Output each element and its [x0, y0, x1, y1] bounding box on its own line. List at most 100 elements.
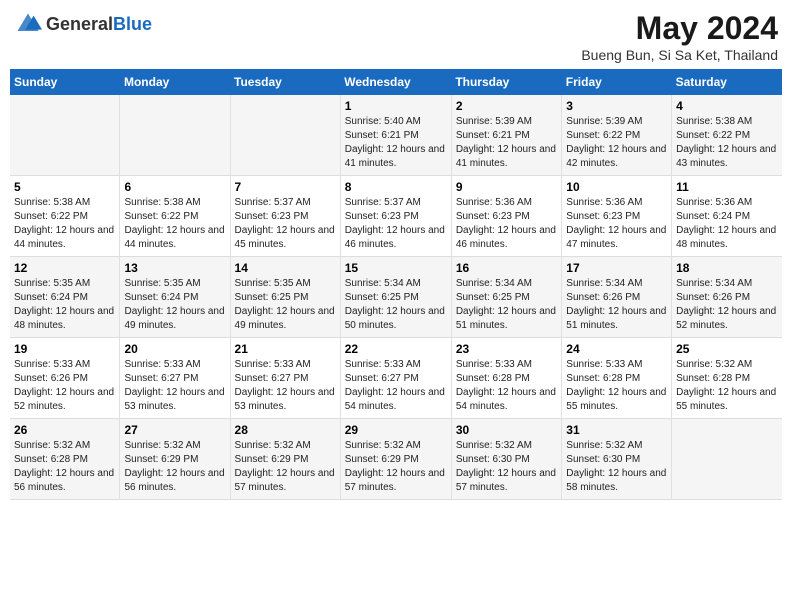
- day-number: 31: [566, 423, 667, 437]
- title-section: May 2024 Bueng Bun, Si Sa Ket, Thailand: [581, 10, 778, 63]
- calendar-cell: 15 Sunrise: 5:34 AM Sunset: 6:25 PM Dayli…: [340, 257, 451, 338]
- calendar-cell: 1 Sunrise: 5:40 AM Sunset: 6:21 PM Daylig…: [340, 95, 451, 176]
- day-info: Sunrise: 5:40 AM Sunset: 6:21 PM Dayligh…: [345, 115, 447, 171]
- calendar-cell: 17 Sunrise: 5:34 AM Sunset: 6:26 PM Dayli…: [562, 257, 672, 338]
- day-info: Sunrise: 5:33 AM Sunset: 6:27 PM Dayligh…: [235, 358, 336, 414]
- day-number: 5: [14, 180, 115, 194]
- day-info: Sunrise: 5:32 AM Sunset: 6:30 PM Dayligh…: [566, 439, 667, 495]
- calendar-cell: 27 Sunrise: 5:32 AM Sunset: 6:29 PM Dayli…: [120, 419, 230, 500]
- calendar-cell: 16Sunrise: 5:34 AM Sunset: 6:25 PM Dayli…: [451, 257, 561, 338]
- calendar-cell: 8Sunrise: 5:37 AM Sunset: 6:23 PM Daylig…: [340, 176, 451, 257]
- day-number: 7: [235, 180, 336, 194]
- day-info: Sunrise: 5:36 AM Sunset: 6:24 PM Dayligh…: [676, 196, 778, 252]
- day-number: 12: [14, 261, 115, 275]
- day-number: 22: [345, 342, 447, 356]
- calendar-cell: 20 Sunrise: 5:33 AM Sunset: 6:27 PM Dayli…: [120, 338, 230, 419]
- calendar-table: SundayMondayTuesdayWednesdayThursdayFrid…: [10, 69, 782, 500]
- logo: GeneralBlue: [14, 10, 152, 38]
- header-cell-monday: Monday: [120, 69, 230, 95]
- day-info: Sunrise: 5:32 AM Sunset: 6:28 PM Dayligh…: [676, 358, 778, 414]
- day-info: Sunrise: 5:36 AM Sunset: 6:23 PM Dayligh…: [456, 196, 557, 252]
- day-number: 28: [235, 423, 336, 437]
- day-info: Sunrise: 5:35 AM Sunset: 6:24 PM Dayligh…: [14, 277, 115, 333]
- calendar-cell: 3 Sunrise: 5:39 AM Sunset: 6:22 PM Daylig…: [562, 95, 672, 176]
- week-row-3: 12 Sunrise: 5:35 AM Sunset: 6:24 PM Dayli…: [10, 257, 782, 338]
- day-info: Sunrise: 5:39 AM Sunset: 6:21 PM Dayligh…: [456, 115, 557, 171]
- day-number: 29: [345, 423, 447, 437]
- day-info: Sunrise: 5:32 AM Sunset: 6:28 PM Dayligh…: [14, 439, 115, 495]
- calendar-cell: 13 Sunrise: 5:35 AM Sunset: 6:24 PM Dayli…: [120, 257, 230, 338]
- day-info: Sunrise: 5:33 AM Sunset: 6:27 PM Dayligh…: [345, 358, 447, 414]
- calendar-cell: 2Sunrise: 5:39 AM Sunset: 6:21 PM Daylig…: [451, 95, 561, 176]
- day-info: Sunrise: 5:34 AM Sunset: 6:26 PM Dayligh…: [676, 277, 778, 333]
- calendar-body: 1 Sunrise: 5:40 AM Sunset: 6:21 PM Daylig…: [10, 95, 782, 500]
- logo-text: GeneralBlue: [46, 14, 152, 35]
- day-info: Sunrise: 5:35 AM Sunset: 6:25 PM Dayligh…: [235, 277, 336, 333]
- calendar-cell: 4 Sunrise: 5:38 AM Sunset: 6:22 PM Daylig…: [672, 95, 782, 176]
- calendar-cell: 26 Sunrise: 5:32 AM Sunset: 6:28 PM Dayli…: [10, 419, 120, 500]
- day-number: 15: [345, 261, 447, 275]
- day-number: 20: [124, 342, 225, 356]
- day-info: Sunrise: 5:39 AM Sunset: 6:22 PM Dayligh…: [566, 115, 667, 171]
- day-number: 14: [235, 261, 336, 275]
- logo-general: General: [46, 14, 113, 34]
- day-number: 1: [345, 99, 447, 113]
- header-cell-thursday: Thursday: [451, 69, 561, 95]
- day-info: Sunrise: 5:36 AM Sunset: 6:23 PM Dayligh…: [566, 196, 667, 252]
- day-number: 18: [676, 261, 778, 275]
- calendar-cell: [672, 419, 782, 500]
- day-info: Sunrise: 5:33 AM Sunset: 6:28 PM Dayligh…: [566, 358, 667, 414]
- calendar-cell: 29 Sunrise: 5:32 AM Sunset: 6:29 PM Dayli…: [340, 419, 451, 500]
- day-number: 19: [14, 342, 115, 356]
- day-info: Sunrise: 5:34 AM Sunset: 6:25 PM Dayligh…: [345, 277, 447, 333]
- day-number: 30: [456, 423, 557, 437]
- day-number: 17: [566, 261, 667, 275]
- day-number: 10: [566, 180, 667, 194]
- day-info: Sunrise: 5:32 AM Sunset: 6:29 PM Dayligh…: [235, 439, 336, 495]
- day-number: 23: [456, 342, 557, 356]
- day-info: Sunrise: 5:38 AM Sunset: 6:22 PM Dayligh…: [676, 115, 778, 171]
- calendar-cell: 18 Sunrise: 5:34 AM Sunset: 6:26 PM Dayli…: [672, 257, 782, 338]
- day-info: Sunrise: 5:37 AM Sunset: 6:23 PM Dayligh…: [345, 196, 447, 252]
- logo-icon: [14, 10, 42, 38]
- day-number: 26: [14, 423, 115, 437]
- day-number: 3: [566, 99, 667, 113]
- calendar-cell: 7Sunrise: 5:37 AM Sunset: 6:23 PM Daylig…: [230, 176, 340, 257]
- calendar-cell: 5 Sunrise: 5:38 AM Sunset: 6:22 PM Daylig…: [10, 176, 120, 257]
- logo-blue: Blue: [113, 14, 152, 34]
- day-info: Sunrise: 5:33 AM Sunset: 6:27 PM Dayligh…: [124, 358, 225, 414]
- day-info: Sunrise: 5:32 AM Sunset: 6:30 PM Dayligh…: [456, 439, 557, 495]
- calendar-header: SundayMondayTuesdayWednesdayThursdayFrid…: [10, 69, 782, 95]
- header-row: SundayMondayTuesdayWednesdayThursdayFrid…: [10, 69, 782, 95]
- day-number: 21: [235, 342, 336, 356]
- calendar-cell: 14 Sunrise: 5:35 AM Sunset: 6:25 PM Dayli…: [230, 257, 340, 338]
- header-cell-tuesday: Tuesday: [230, 69, 340, 95]
- day-number: 25: [676, 342, 778, 356]
- day-info: Sunrise: 5:32 AM Sunset: 6:29 PM Dayligh…: [345, 439, 447, 495]
- header-cell-saturday: Saturday: [672, 69, 782, 95]
- day-number: 13: [124, 261, 225, 275]
- day-info: Sunrise: 5:38 AM Sunset: 6:22 PM Dayligh…: [14, 196, 115, 252]
- header-cell-friday: Friday: [562, 69, 672, 95]
- day-info: Sunrise: 5:35 AM Sunset: 6:24 PM Dayligh…: [124, 277, 225, 333]
- calendar-cell: 22 Sunrise: 5:33 AM Sunset: 6:27 PM Dayli…: [340, 338, 451, 419]
- calendar-cell: [10, 95, 120, 176]
- day-number: 4: [676, 99, 778, 113]
- day-info: Sunrise: 5:32 AM Sunset: 6:29 PM Dayligh…: [124, 439, 225, 495]
- day-info: Sunrise: 5:34 AM Sunset: 6:26 PM Dayligh…: [566, 277, 667, 333]
- calendar-cell: 11Sunrise: 5:36 AM Sunset: 6:24 PM Dayli…: [672, 176, 782, 257]
- day-number: 6: [124, 180, 225, 194]
- calendar-cell: 21 Sunrise: 5:33 AM Sunset: 6:27 PM Dayli…: [230, 338, 340, 419]
- calendar-cell: 12 Sunrise: 5:35 AM Sunset: 6:24 PM Dayli…: [10, 257, 120, 338]
- day-info: Sunrise: 5:33 AM Sunset: 6:28 PM Dayligh…: [456, 358, 557, 414]
- day-info: Sunrise: 5:38 AM Sunset: 6:22 PM Dayligh…: [124, 196, 225, 252]
- page-header: GeneralBlue May 2024 Bueng Bun, Si Sa Ke…: [10, 10, 782, 63]
- calendar-cell: 31 Sunrise: 5:32 AM Sunset: 6:30 PM Dayli…: [562, 419, 672, 500]
- week-row-2: 5 Sunrise: 5:38 AM Sunset: 6:22 PM Daylig…: [10, 176, 782, 257]
- calendar-cell: 6 Sunrise: 5:38 AM Sunset: 6:22 PM Daylig…: [120, 176, 230, 257]
- calendar-cell: [120, 95, 230, 176]
- calendar-cell: 9Sunrise: 5:36 AM Sunset: 6:23 PM Daylig…: [451, 176, 561, 257]
- calendar-cell: 28 Sunrise: 5:32 AM Sunset: 6:29 PM Dayli…: [230, 419, 340, 500]
- day-number: 27: [124, 423, 225, 437]
- calendar-cell: [230, 95, 340, 176]
